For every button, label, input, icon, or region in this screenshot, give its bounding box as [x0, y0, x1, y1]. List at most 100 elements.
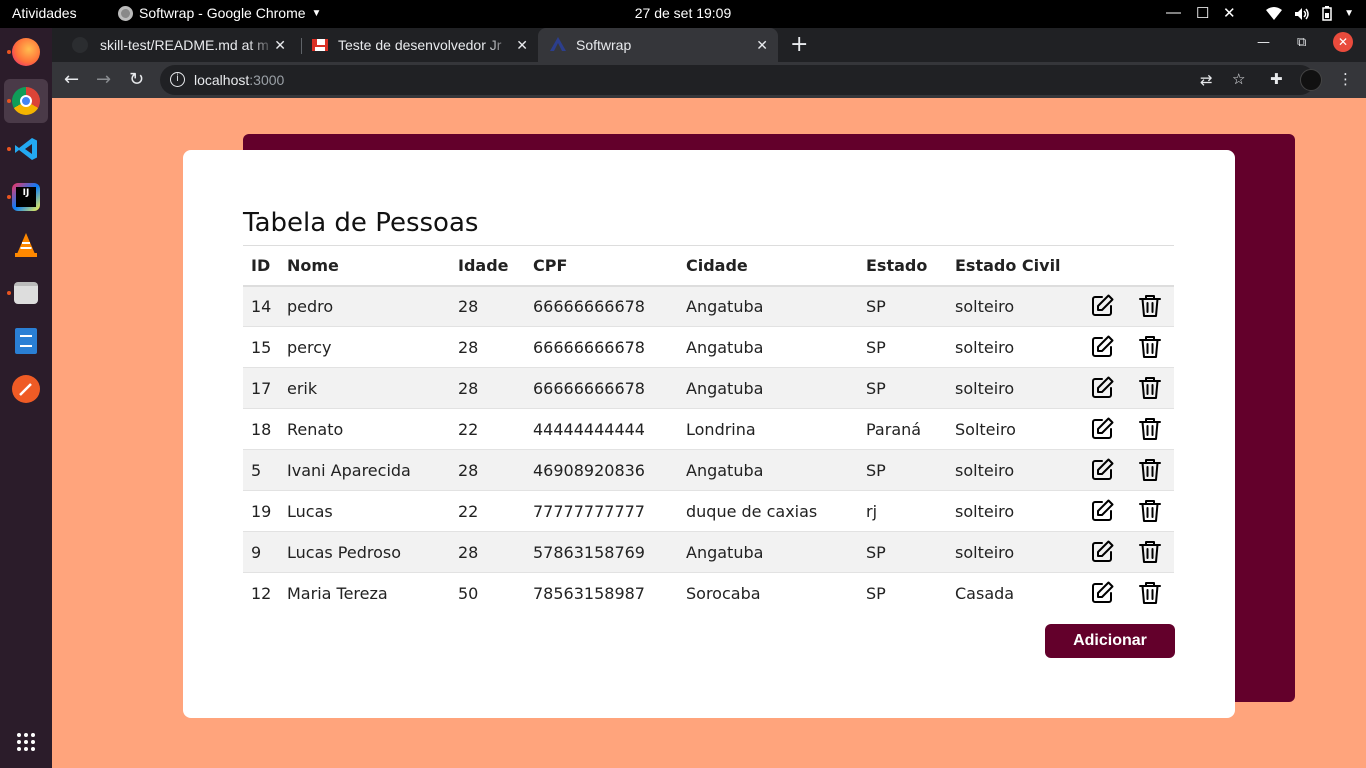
dock-app-grid[interactable]: [4, 720, 48, 764]
tab-github[interactable]: skill-test/README.md at m ✕: [60, 28, 296, 62]
cell-estado: Paraná: [858, 408, 947, 450]
minimize-window-icon[interactable]: —: [1166, 4, 1181, 21]
edit-cell: [1078, 285, 1126, 327]
trash-icon[interactable]: [1137, 580, 1163, 606]
dock-postman[interactable]: [4, 367, 48, 411]
trash-icon[interactable]: [1137, 539, 1163, 565]
forward-button[interactable]: →: [96, 69, 111, 90]
tab-softwrap[interactable]: Softwrap ✕: [538, 28, 778, 62]
cell-id: 18: [243, 408, 279, 450]
browser-menu-icon[interactable]: ⋮: [1338, 70, 1353, 88]
column-header-edit: [1078, 245, 1126, 287]
column-header-nome: Nome: [279, 245, 450, 287]
trash-icon[interactable]: [1137, 416, 1163, 442]
cell-cpf: 57863158769: [525, 531, 678, 573]
system-top-bar: Atividades Softwrap - Google Chrome ▼ 27…: [0, 0, 1366, 28]
maximize-window-icon[interactable]: ☐: [1196, 4, 1209, 22]
column-header-estado-civil: Estado Civil: [947, 245, 1078, 287]
extensions-icon[interactable]: ✚: [1270, 70, 1283, 88]
cell-idade: 28: [450, 367, 525, 409]
cell-id: 12: [251, 583, 272, 603]
delete-cell: [1126, 490, 1174, 532]
edit-icon[interactable]: [1089, 334, 1115, 360]
edit-icon[interactable]: [1089, 498, 1115, 524]
edit-cell: [1078, 490, 1126, 532]
trash-icon[interactable]: [1137, 334, 1163, 360]
trash-icon[interactable]: [1137, 457, 1163, 483]
running-indicator: [7, 195, 11, 199]
activities-button[interactable]: Atividades: [12, 5, 77, 21]
tab-title: skill-test/README.md at m: [100, 37, 269, 53]
cell-id: 9: [243, 531, 279, 573]
battery-icon: [1322, 6, 1332, 21]
bookmark-star-icon[interactable]: ☆: [1232, 70, 1245, 88]
trash-icon[interactable]: [1137, 293, 1163, 319]
dock-firefox[interactable]: [4, 30, 48, 74]
dock-text-editor[interactable]: [4, 319, 48, 363]
system-tray[interactable]: ▼: [1266, 6, 1354, 21]
reload-button[interactable]: ↻: [129, 69, 144, 90]
column-header-cpf: CPF: [525, 245, 678, 287]
edit-icon[interactable]: [1089, 580, 1115, 606]
tab-title: Teste de desenvolvedor Jr: [338, 37, 502, 53]
cell-estado-civil: Solteiro: [947, 408, 1078, 450]
close-tab-icon[interactable]: ✕: [516, 37, 528, 54]
table-row: 9 Lucas Pedroso 28 57863158769 Angatuba …: [243, 531, 1174, 573]
cell-cidade: Londrina: [678, 408, 858, 450]
tab-gmail[interactable]: Teste de desenvolvedor Jr ✕: [302, 28, 538, 62]
firefox-icon: [12, 38, 40, 66]
edit-icon[interactable]: [1089, 416, 1115, 442]
profile-avatar[interactable]: [1300, 69, 1322, 91]
cell-cidade: duque de caxias: [678, 490, 858, 532]
cell-nome: Renato: [279, 408, 450, 450]
restore-browser-icon[interactable]: ⧉: [1297, 35, 1306, 50]
close-window-icon[interactable]: ✕: [1223, 4, 1236, 22]
volume-icon: [1295, 7, 1309, 20]
trash-icon[interactable]: [1137, 498, 1163, 524]
back-button[interactable]: ←: [64, 69, 79, 90]
gmail-icon: [312, 39, 328, 51]
cell-cidade: Angatuba: [678, 285, 858, 327]
close-browser-button[interactable]: ✕: [1333, 32, 1353, 52]
delete-cell: [1126, 449, 1174, 491]
dock-chrome[interactable]: [4, 79, 48, 123]
delete-cell: [1126, 326, 1174, 368]
page-title: Tabela de Pessoas: [243, 208, 479, 238]
cell-cpf: 44444444444: [525, 408, 678, 450]
new-tab-button[interactable]: +: [790, 32, 808, 57]
minimize-browser-icon[interactable]: —: [1257, 35, 1270, 50]
edit-cell: [1078, 367, 1126, 409]
running-indicator: [7, 99, 11, 103]
address-bar[interactable]: i localhost:3000 ⇄ ☆: [160, 65, 1315, 95]
edit-cell: [1078, 531, 1126, 573]
translate-icon[interactable]: ⇄: [1200, 71, 1213, 89]
dock-vlc[interactable]: [4, 223, 48, 267]
app-menu[interactable]: Softwrap - Google Chrome ▼: [118, 5, 321, 21]
edit-icon[interactable]: [1089, 293, 1115, 319]
add-person-button[interactable]: Adicionar: [1045, 624, 1175, 658]
cell-cidade: Angatuba: [678, 367, 858, 409]
edit-icon[interactable]: [1089, 375, 1115, 401]
cell-nome: Lucas: [279, 490, 450, 532]
table-row: 19 Lucas 22 77777777777 duque de caxias …: [243, 490, 1174, 532]
edit-icon[interactable]: [1089, 457, 1115, 483]
edit-cell: [1078, 449, 1126, 491]
cell-estado-civil: Casada: [955, 583, 1015, 603]
clock[interactable]: 27 de set 19:09: [635, 5, 732, 21]
edit-icon[interactable]: [1089, 539, 1115, 565]
trash-icon[interactable]: [1137, 375, 1163, 401]
delete-cell: [1126, 367, 1174, 409]
url-port: :3000: [249, 72, 285, 88]
close-tab-icon[interactable]: ✕: [274, 37, 286, 54]
dock-intellij[interactable]: IJ: [4, 175, 48, 219]
dock-vscode[interactable]: [4, 127, 48, 171]
close-tab-icon[interactable]: ✕: [756, 37, 768, 54]
browser-tab-strip: skill-test/README.md at m ✕ Teste de des…: [52, 28, 1366, 62]
text-editor-icon: [15, 328, 37, 354]
cell-cpf: 66666666678: [525, 326, 678, 368]
site-info-icon[interactable]: i: [170, 72, 185, 87]
column-header-delete: [1126, 245, 1174, 287]
column-header-id: ID: [243, 245, 279, 287]
dock-files[interactable]: [4, 271, 48, 315]
files-icon: [14, 282, 38, 304]
